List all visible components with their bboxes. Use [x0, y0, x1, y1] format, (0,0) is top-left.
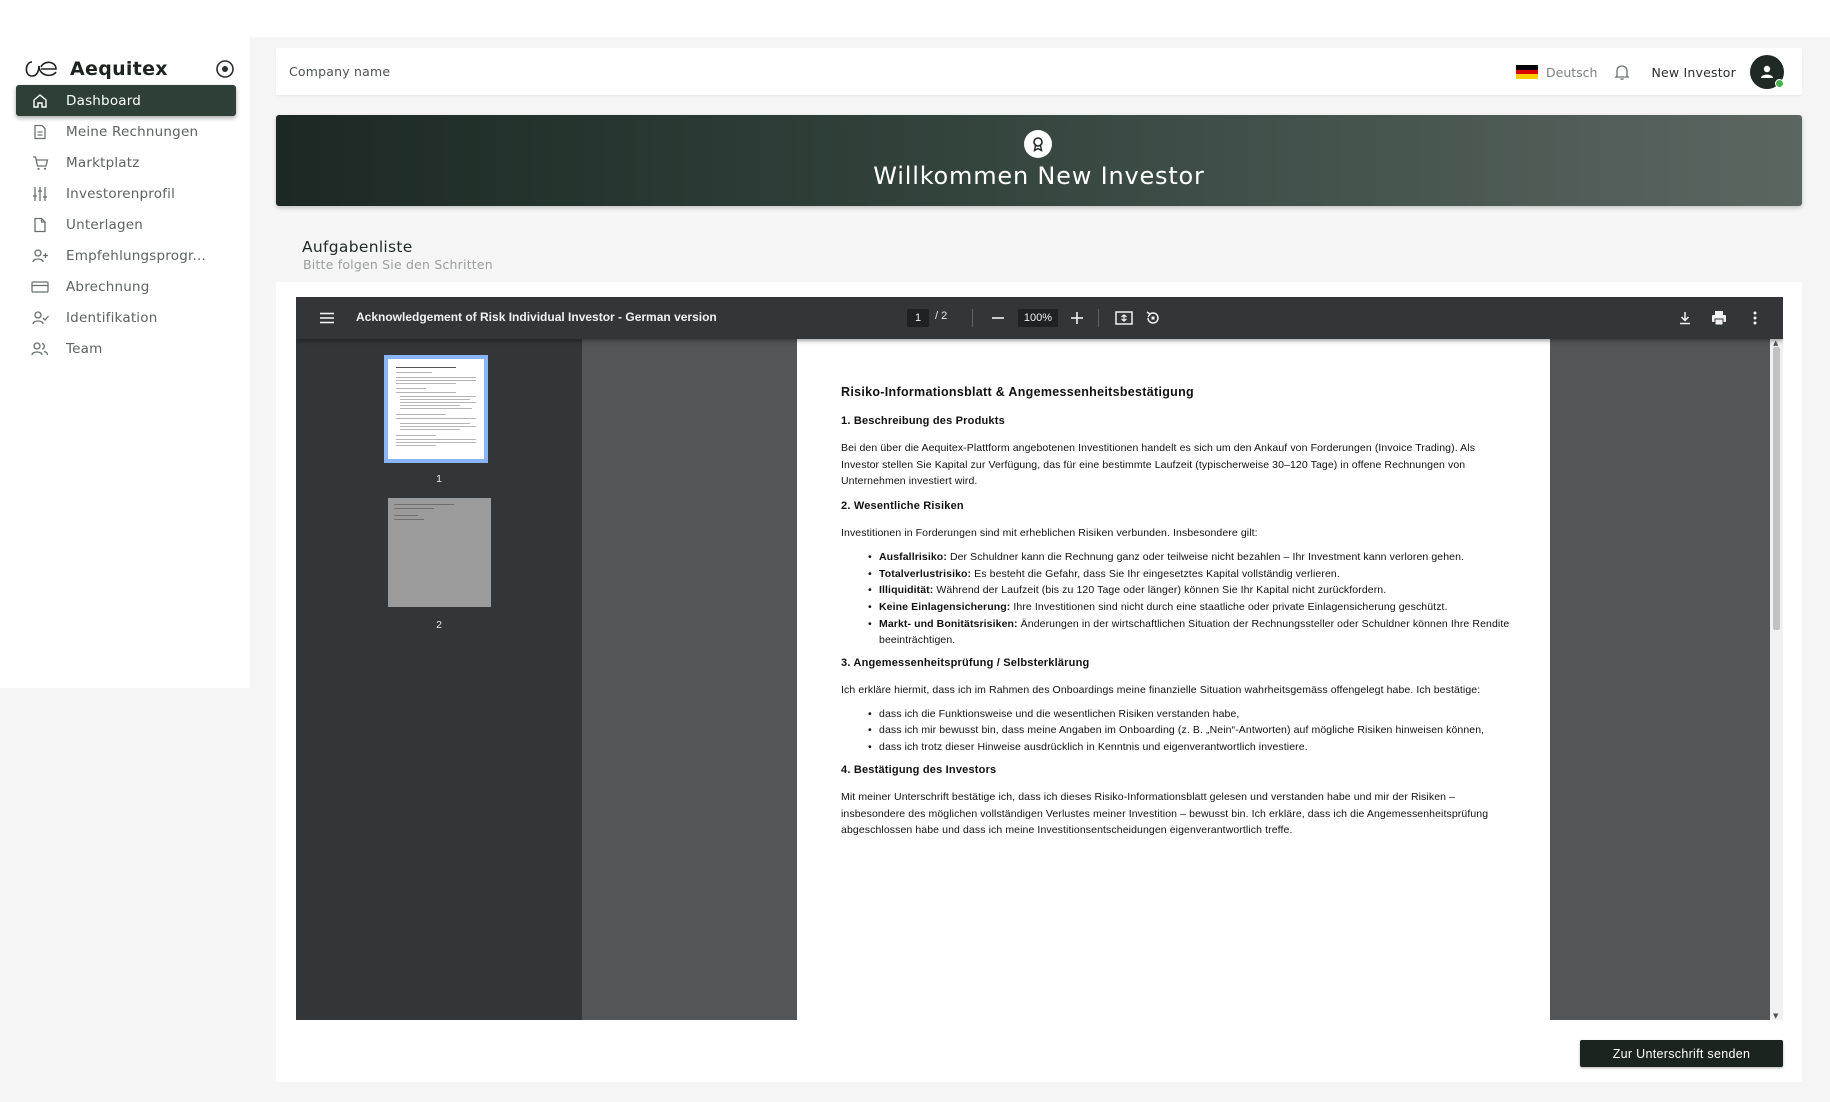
bell-icon[interactable] — [1613, 63, 1631, 81]
user-check-icon — [30, 308, 50, 328]
scroll-up-icon[interactable]: ▲ — [1773, 339, 1778, 347]
welcome-banner: Willkommen New Investor — [276, 115, 1802, 206]
sidebar-item-label: Empfehlungsprogr... — [66, 247, 206, 264]
thumbnail-page-number: 2 — [436, 619, 442, 631]
thumbnail-sidebar: 1 2 — [296, 339, 582, 1020]
pdf-scrollbar[interactable]: ▲ ▼ — [1770, 339, 1783, 1020]
sidebar-item-meine-rechnungen[interactable]: Meine Rechnungen — [16, 116, 236, 147]
award-icon — [1024, 130, 1052, 158]
top-header: Company name Deutsch New Investor — [276, 48, 1802, 95]
sidebar-item-team[interactable]: Team — [16, 333, 236, 364]
sidebar-item-label: Abrechnung — [66, 278, 150, 295]
sidebar-item-identifikation[interactable]: Identifikation — [16, 302, 236, 333]
section-heading: 2. Wesentliche Risiken — [841, 500, 964, 513]
user-plus-icon — [30, 246, 50, 266]
scroll-down-icon[interactable]: ▼ — [1773, 1012, 1778, 1020]
page-total: / 2 — [935, 310, 948, 322]
company-name: Company name — [289, 64, 391, 79]
list-item: Illiquidität: Während der Laufzeit (bis … — [868, 582, 1510, 599]
document-icon — [30, 215, 50, 235]
cart-icon — [30, 153, 50, 173]
task-list-title: Aufgabenliste — [302, 238, 413, 256]
task-list-subtitle: Bitte folgen Sie den Schritten — [303, 257, 493, 272]
sliders-icon — [30, 184, 50, 204]
list-item: Totalverlustrisiko: Es besteht die Gefah… — [868, 566, 1510, 583]
aequitex-logo-icon — [25, 61, 57, 77]
welcome-title: Willkommen New Investor — [873, 162, 1205, 190]
pdf-page: Risiko-Informationsblatt & Angemessenhei… — [797, 339, 1550, 1020]
sidebar-item-label: Identifikation — [66, 309, 158, 326]
list-item: dass ich trotz dieser Hinweise ausdrückl… — [868, 739, 1510, 756]
sidebar-item-label: Dashboard — [66, 92, 142, 109]
pdf-document-title: Acknowledgement of Risk Individual Inves… — [356, 310, 717, 324]
section-text: Investitionen in Forderungen sind mit er… — [841, 527, 1258, 540]
avatar[interactable] — [1750, 55, 1784, 89]
page-number-input[interactable]: 1 — [907, 309, 929, 327]
header-actions: Deutsch New Investor — [1516, 55, 1784, 89]
section-text: Bei den über die Aequitex-Plattform ange… — [841, 442, 1476, 488]
pdf-toolbar: Acknowledgement of Risk Individual Inves… — [296, 297, 1783, 339]
section-heading: 3. Angemessenheitsprüfung / Selbsterklär… — [841, 657, 1090, 670]
sidebar: Aequitex Dashboard Meine Rechnungen Mark… — [0, 37, 250, 688]
user-name[interactable]: New Investor — [1651, 65, 1736, 80]
print-icon[interactable] — [1710, 309, 1728, 327]
sidebar-item-marktplatz[interactable]: Marktplatz — [16, 147, 236, 178]
zoom-in-icon[interactable] — [1068, 309, 1086, 327]
zoom-level-input[interactable]: 100% — [1018, 309, 1058, 327]
confirmation-list: dass ich die Funktionsweise und die wese… — [841, 706, 1510, 756]
sidebar-item-label: Meine Rechnungen — [66, 123, 199, 140]
risk-list: Ausfallrisiko: Der Schuldner kann die Re… — [841, 549, 1510, 649]
send-for-signature-button[interactable]: Zur Unterschrift senden — [1580, 1040, 1783, 1067]
online-status-indicator — [1775, 79, 1784, 88]
section-heading: 1. Beschreibung des Produkts — [841, 415, 1005, 427]
list-item: dass ich die Funktionsweise und die wese… — [868, 706, 1510, 723]
rotate-icon[interactable] — [1144, 309, 1162, 327]
document-title: Risiko-Informationsblatt & Angemessenhei… — [841, 385, 1194, 399]
sidebar-item-label: Investorenprofil — [66, 185, 176, 202]
sidebar-item-label: Team — [66, 340, 103, 357]
credit-card-icon — [30, 277, 50, 297]
sidebar-item-empfehlungsprogramm[interactable]: Empfehlungsprogr... — [16, 240, 236, 271]
sidebar-item-abrechnung[interactable]: Abrechnung — [16, 271, 236, 302]
fit-page-icon[interactable] — [1114, 309, 1134, 327]
menu-icon[interactable] — [318, 309, 336, 327]
toolbar-divider — [972, 309, 973, 327]
pdf-viewer[interactable]: Acknowledgement of Risk Individual Inves… — [296, 297, 1783, 1020]
brand[interactable]: Aequitex — [22, 54, 236, 84]
list-item: Markt- und Bonitätsrisiken: Änderungen i… — [868, 616, 1510, 649]
thumbnail-page-number: 1 — [436, 473, 442, 485]
thumbnail-page-2[interactable] — [388, 498, 491, 607]
invoice-icon — [30, 122, 50, 142]
sidebar-item-investorenprofil[interactable]: Investorenprofil — [16, 178, 236, 209]
list-item: dass ich mir bewusst bin, dass meine Ang… — [868, 722, 1510, 739]
download-icon[interactable] — [1676, 309, 1694, 327]
more-options-icon[interactable] — [1746, 309, 1764, 327]
top-band — [0, 0, 1830, 37]
section-heading: 4. Bestätigung des Investors — [841, 763, 997, 776]
sidebar-item-label: Unterlagen — [66, 216, 144, 233]
toolbar-divider — [1098, 309, 1099, 327]
sidebar-nav: Dashboard Meine Rechnungen Marktplatz In… — [16, 85, 236, 364]
users-icon — [30, 339, 50, 359]
sidebar-item-label: Marktplatz — [66, 154, 140, 171]
eye-icon[interactable] — [214, 58, 236, 80]
language-selector[interactable]: Deutsch — [1546, 65, 1597, 80]
user-icon — [1761, 65, 1773, 78]
section-text: Ich erkläre hiermit, dass ich im Rahmen … — [841, 684, 1481, 697]
list-item: Ausfallrisiko: Der Schuldner kann die Re… — [868, 549, 1510, 566]
sidebar-item-unterlagen[interactable]: Unterlagen — [16, 209, 236, 240]
zoom-out-icon[interactable] — [989, 309, 1007, 327]
sidebar-item-dashboard[interactable]: Dashboard — [16, 85, 236, 116]
scrollbar-thumb[interactable] — [1773, 347, 1780, 630]
list-item: Keine Einlagensicherung: Ihre Investitio… — [868, 599, 1510, 616]
german-flag-icon[interactable] — [1516, 65, 1538, 80]
home-icon — [30, 91, 50, 111]
thumbnail-page-1[interactable] — [384, 355, 488, 463]
brand-name: Aequitex — [70, 58, 168, 80]
section-text: Mit meiner Unterschrift bestätige ich, d… — [841, 790, 1489, 837]
